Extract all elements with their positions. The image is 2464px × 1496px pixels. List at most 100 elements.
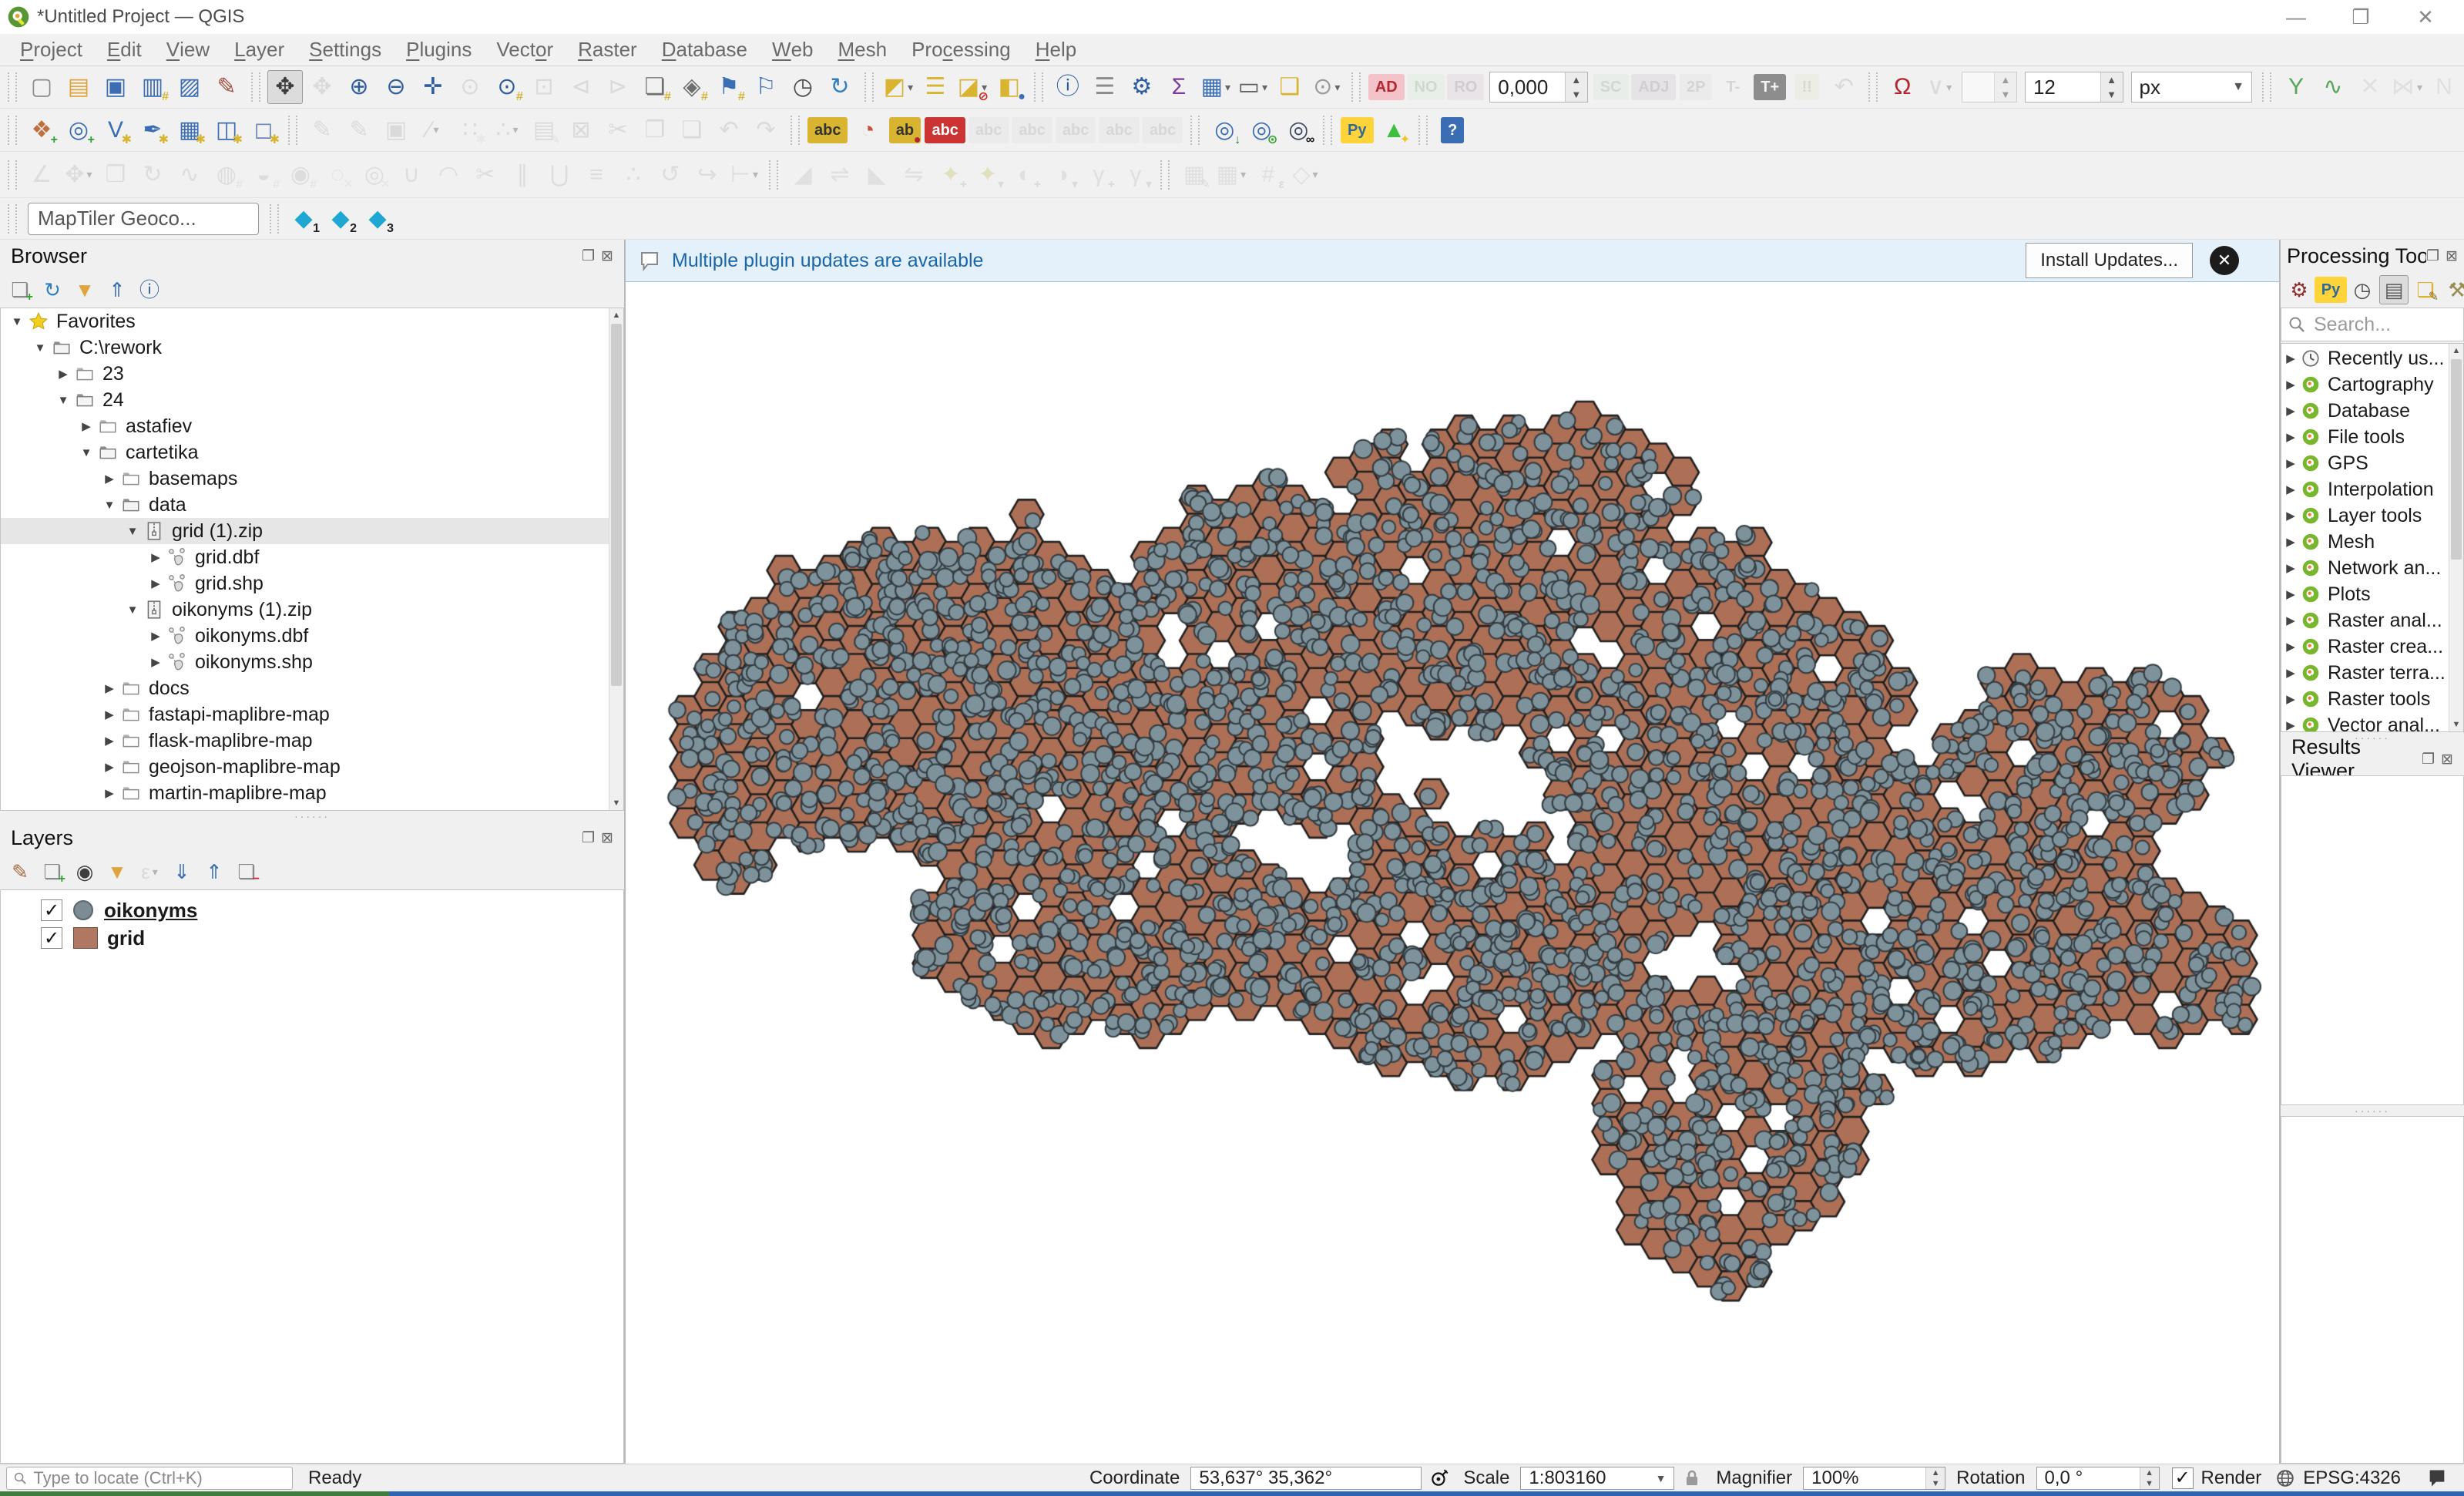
tree-item-24[interactable]: ▼24: [1, 387, 609, 413]
advanced-digitizing-dock-button[interactable]: AD: [1368, 70, 1405, 104]
dropdown-arrow-icon[interactable]: ▾: [513, 123, 519, 136]
expand-icon[interactable]: ▶: [99, 760, 119, 774]
tree-item-geojson-maplibre-map[interactable]: ▶geojson-maplibre-map: [1, 754, 609, 780]
collapse-all-button[interactable]: ⇑: [102, 275, 132, 304]
processing-group-mesh[interactable]: ▶Mesh: [2281, 529, 2449, 555]
python-scripts-button[interactable]: Py: [2316, 275, 2345, 304]
select-by-location-button[interactable]: ◧●: [992, 70, 1027, 104]
scroll-down-icon[interactable]: ▼: [609, 796, 623, 810]
menu-edit[interactable]: Edit: [95, 34, 154, 66]
toolbar-handle[interactable]: [1323, 116, 1332, 145]
tree-item-oikonyms-1-zip[interactable]: ▼oikonyms (1).zip: [1, 597, 609, 623]
show-spatial-bookmarks-button[interactable]: ⚐: [748, 70, 784, 104]
deselect-features-button[interactable]: ◪⊘▾: [955, 70, 990, 104]
tracing-toggle-button[interactable]: Y: [2278, 70, 2314, 104]
tree-item-flask-maplibre-map[interactable]: ▶flask-maplibre-map: [1, 728, 609, 754]
expand-icon[interactable]: ▶: [2281, 640, 2300, 654]
expand-icon[interactable]: ▶: [99, 786, 119, 800]
tree-item-oikonyms-shp[interactable]: ▶oikonyms.shp: [1, 649, 609, 675]
dropdown-arrow-icon[interactable]: ▾: [908, 81, 913, 94]
dropdown-arrow-icon[interactable]: ▾: [1313, 168, 1318, 181]
expand-icon[interactable]: ▶: [99, 472, 119, 486]
layer-checkbox[interactable]: ✓: [41, 927, 62, 949]
collapse-icon[interactable]: ▼: [30, 341, 50, 355]
processing-toolbox-toggle-button[interactable]: ⚙: [1124, 70, 1160, 104]
expand-all-layers-button[interactable]: ⇓: [167, 857, 196, 886]
processing-group-plots[interactable]: ▶Plots: [2281, 581, 2449, 607]
toolbar-handle[interactable]: [1034, 72, 1043, 102]
layer-item-grid[interactable]: ✓grid: [1, 924, 623, 952]
spin-up-icon[interactable]: ▲: [1566, 72, 1587, 87]
toolbar-handle[interactable]: [8, 116, 17, 145]
rotation-spinbox[interactable]: 0,0 ° ▲▼: [2036, 1467, 2160, 1490]
tree-item-c-rework[interactable]: ▼C:\rework: [1, 334, 609, 361]
tree-item-grid-shp[interactable]: ▶grid.shp: [1, 570, 609, 597]
scrollbar-thumb[interactable]: [611, 324, 622, 686]
tree-item-grid-1-zip[interactable]: ▼grid (1).zip: [1, 518, 609, 544]
messages-icon[interactable]: [2424, 1467, 2450, 1490]
tree-item-data[interactable]: ▼data: [1, 492, 609, 518]
geocoder-search-button[interactable]: ⊙▾: [1309, 70, 1344, 104]
filter-browser-button[interactable]: ▼: [70, 275, 99, 304]
panel-splitter[interactable]: ······: [0, 811, 624, 822]
metasearch-button[interactable]: ◎∞: [1281, 113, 1316, 147]
expand-icon[interactable]: ▶: [2281, 351, 2300, 365]
close-icon[interactable]: ✕: [2409, 5, 2442, 29]
processing-group-database[interactable]: ▶Database: [2281, 398, 2449, 424]
processing-history-button[interactable]: ◷: [2348, 275, 2377, 304]
toolbar-handle[interactable]: [8, 160, 17, 190]
locator-input[interactable]: [32, 1467, 286, 1489]
toolbar-handle[interactable]: [1351, 72, 1361, 102]
spin-down-icon[interactable]: ▼: [1926, 1478, 1945, 1489]
processing-group-network-an-[interactable]: ▶Network an...: [2281, 555, 2449, 581]
snapping-units-combobox[interactable]: px▼: [2131, 72, 2252, 103]
close-panel-icon[interactable]: ⊠: [2441, 751, 2453, 768]
toolbar-handle[interactable]: [8, 204, 17, 234]
highlight-pinned-labels-button[interactable]: abc: [924, 113, 965, 147]
spin-up-icon[interactable]: ▲: [1926, 1467, 1945, 1478]
new-print-layout-button[interactable]: ▥#: [135, 70, 170, 104]
menu-plugins[interactable]: Plugins: [394, 34, 484, 66]
open-layer-styling-button[interactable]: ✎: [5, 857, 35, 886]
refresh-browser-button[interactable]: ↻: [38, 275, 67, 304]
close-panel-icon[interactable]: ⊠: [601, 247, 613, 265]
collapse-icon[interactable]: ▼: [123, 603, 143, 617]
tree-item-martin-maplibre-map[interactable]: ▶martin-maplibre-map: [1, 780, 609, 806]
expand-icon[interactable]: ▶: [2281, 666, 2300, 680]
dropdown-arrow-icon[interactable]: ▾: [1225, 81, 1230, 94]
coordinate-input[interactable]: 53,637° 35,362°: [1190, 1467, 1422, 1490]
menu-settings[interactable]: Settings: [297, 34, 394, 66]
processing-wrench-button[interactable]: ⚒: [2442, 275, 2464, 304]
toolbar-handle[interactable]: [791, 116, 800, 145]
spin-up-icon[interactable]: ▲: [1995, 72, 2016, 87]
scrollbar-thumb[interactable]: [2451, 359, 2462, 560]
add-group-button[interactable]: ❏+: [38, 857, 67, 886]
dropdown-arrow-icon[interactable]: ▾: [433, 123, 438, 136]
processing-search-input[interactable]: [2312, 313, 2439, 337]
scroll-up-icon[interactable]: ▲: [609, 308, 623, 322]
panel-splitter[interactable]: ······: [2281, 1105, 2464, 1116]
extent-tracking-icon[interactable]: [1426, 1467, 1452, 1490]
expand-icon[interactable]: ▶: [2281, 718, 2300, 732]
render-checkbox[interactable]: ✓: [2172, 1467, 2194, 1489]
dropdown-arrow-icon[interactable]: ▾: [753, 168, 758, 181]
spin-down-icon[interactable]: ▼: [1995, 87, 2016, 102]
expand-icon[interactable]: ▶: [53, 367, 73, 381]
tree-item-docs[interactable]: ▶docs: [1, 675, 609, 701]
restore-icon[interactable]: ❐: [2344, 5, 2378, 29]
expand-icon[interactable]: ▶: [146, 629, 166, 643]
magnifier-spinbox[interactable]: 100% ▲▼: [1803, 1467, 1945, 1490]
expand-icon[interactable]: ▶: [146, 577, 166, 590]
processing-group-interpolation[interactable]: ▶Interpolation: [2281, 476, 2449, 503]
processing-group-recently-us-[interactable]: ▶Recently us...: [2281, 345, 2449, 371]
save-project-button[interactable]: ▣: [98, 70, 133, 104]
lock-scale-icon[interactable]: [1679, 1467, 1705, 1490]
tree-item-23[interactable]: ▶23: [1, 361, 609, 387]
toolbar-handle[interactable]: [1418, 116, 1428, 145]
python-console-button[interactable]: Py: [1339, 113, 1375, 147]
processing-scrollbar[interactable]: ▲ ▼: [2449, 344, 2463, 731]
close-panel-icon[interactable]: ⊠: [601, 829, 613, 847]
new-map-view-button[interactable]: ❏#: [637, 70, 673, 104]
collapse-all-layers-button[interactable]: ⇑: [200, 857, 229, 886]
terrain-shading-plugin-button[interactable]: ▲✦: [1376, 113, 1412, 147]
